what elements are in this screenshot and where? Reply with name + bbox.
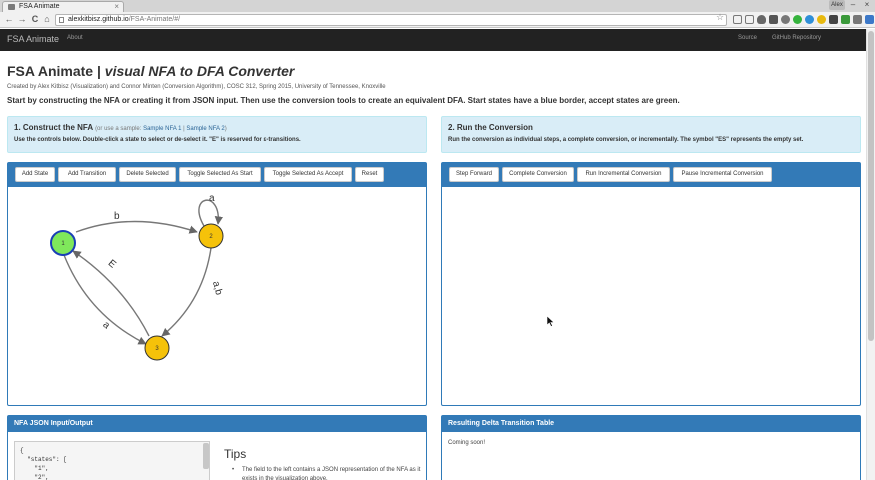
tab-close-icon[interactable]: ×: [114, 2, 119, 12]
title-italic: visual NFA to DFA Converter: [104, 63, 295, 79]
step-forward-button[interactable]: Step Forward: [449, 167, 499, 182]
nav-github-link[interactable]: GitHub Repository: [772, 35, 821, 41]
page-scrollbar[interactable]: [866, 29, 875, 480]
sample-nfa-2-link[interactable]: Sample NFA 2: [186, 126, 224, 132]
app-navbar: FSA Animate About Source GitHub Reposito…: [0, 29, 866, 51]
transition-2-2[interactable]: [198, 199, 224, 227]
mail-icon[interactable]: [769, 15, 778, 24]
instructions-text: Start by constructing the NFA or creatin…: [7, 96, 680, 105]
transition-2-3[interactable]: [161, 247, 212, 337]
bookmark-star-icon[interactable]: ☆: [716, 12, 724, 23]
conversion-toolbar: Step Forward Complete Conversion Run Inc…: [442, 163, 860, 187]
tips-title: Tips: [224, 447, 247, 461]
tip-bullet: •: [232, 467, 235, 473]
nfa-panel: Add State Add Transition Delete Selected…: [7, 162, 427, 406]
title-plain: FSA Animate |: [7, 63, 105, 79]
tips-list: • The field to the left contains a JSON …: [232, 466, 432, 480]
transition-label-3-1: E: [106, 258, 118, 271]
complete-conversion-button[interactable]: Complete Conversion: [502, 167, 574, 182]
page-icon: [59, 17, 64, 23]
evernote-icon[interactable]: [841, 15, 850, 24]
address-bar[interactable]: alexkitbisz.github.io/FSA-Animate/#/: [55, 14, 727, 26]
json-panel-title: NFA JSON Input/Output: [14, 420, 93, 427]
page-title: FSA Animate | visual NFA to DFA Converte…: [7, 63, 294, 79]
dfa-canvas[interactable]: [442, 187, 860, 405]
window-controls: Alex – ×: [829, 0, 873, 10]
cast-icon[interactable]: [733, 15, 742, 24]
extension-icons: [733, 15, 875, 24]
browser-toolbar: ← → C ⌂ alexkitbisz.github.io/FSA-Animat…: [0, 12, 875, 28]
forward-icon[interactable]: →: [17, 14, 27, 25]
profile-badge[interactable]: Alex: [829, 0, 845, 10]
tip-item: The field to the left contains a JSON re…: [242, 467, 421, 480]
pocket-icon[interactable]: [757, 15, 766, 24]
browser-tab[interactable]: FSA Animate ×: [2, 1, 124, 12]
transition-label-2-3: a,b: [210, 280, 224, 297]
construct-description: Use the controls below. Double-click a s…: [14, 137, 301, 143]
sample-suffix: ): [224, 126, 227, 132]
transition-label-2-2: a: [209, 193, 215, 204]
json-panel-header: NFA JSON Input/Output: [8, 416, 426, 432]
mouse-cursor-icon: [547, 316, 555, 327]
puzzle-icon[interactable]: [853, 15, 862, 24]
window-close-icon[interactable]: ×: [861, 0, 873, 10]
transition-label-1-3: a: [100, 319, 112, 331]
reload-icon[interactable]: C: [30, 14, 40, 25]
delta-panel-header: Resulting Delta Transition Table: [442, 416, 860, 432]
toggle-start-button[interactable]: Toggle Selected As Start: [179, 167, 261, 182]
construct-title: 1. Construct the NFA: [14, 123, 93, 132]
transition-1-2[interactable]: [75, 220, 198, 234]
pause-incremental-button[interactable]: Pause Incremental Conversion: [673, 167, 772, 182]
onetab-icon[interactable]: [865, 15, 874, 24]
nav-source-link[interactable]: Source: [738, 35, 757, 41]
json-textarea[interactable]: { "states": [ "1", "2",: [14, 441, 210, 480]
minimize-icon[interactable]: –: [847, 0, 859, 10]
conversion-info-well: 2. Run the Conversion Run the conversion…: [441, 116, 861, 153]
conversion-title: 2. Run the Conversion: [448, 123, 533, 132]
add-state-button[interactable]: Add State: [15, 167, 55, 182]
green-ext-icon[interactable]: [793, 15, 802, 24]
delta-table-panel: Resulting Delta Transition Table: [441, 415, 861, 480]
home-icon[interactable]: ⌂: [42, 14, 52, 25]
gold-ext-icon[interactable]: [817, 15, 826, 24]
refresh-ext-icon[interactable]: [781, 15, 790, 24]
tab-title: FSA Animate: [19, 3, 60, 10]
back-icon[interactable]: ←: [4, 14, 14, 25]
run-incremental-button[interactable]: Run Incremental Conversion: [577, 167, 670, 182]
add-transition-button[interactable]: Add Transition: [58, 167, 116, 182]
nav-about-link[interactable]: About: [67, 35, 83, 41]
json-scrollbar[interactable]: [203, 443, 209, 469]
dfa-panel: Step Forward Complete Conversion Run Inc…: [441, 162, 861, 406]
delta-status-text: Coming soon!: [448, 440, 486, 446]
mask-ext-icon[interactable]: [829, 15, 838, 24]
nfa-canvas[interactable]: b a a,b E a 1 2 3: [8, 187, 426, 405]
conversion-description: Run the conversion as individual steps, …: [448, 137, 804, 143]
browser-tabstrip: FSA Animate × Alex – ×: [0, 0, 875, 12]
scrollbar-thumb[interactable]: [868, 31, 874, 341]
url-host: alexkitbisz.github.io: [68, 16, 129, 23]
reset-button[interactable]: Reset: [355, 167, 384, 182]
toggle-accept-button[interactable]: Toggle Selected As Accept: [264, 167, 352, 182]
credits-text: Created by Alex Kitbisz (Visualization) …: [7, 84, 386, 90]
sample-nfa-1-link[interactable]: Sample NFA 1: [143, 126, 181, 132]
transition-label-1-2: b: [114, 211, 120, 222]
delete-selected-button[interactable]: Delete Selected: [119, 167, 176, 182]
blue-ext-icon[interactable]: [805, 15, 814, 24]
sample-prefix: (or use a sample:: [95, 126, 144, 132]
reader-icon[interactable]: [745, 15, 754, 24]
url-path: /FSA-Animate/#/: [128, 16, 181, 23]
construct-heading: 1. Construct the NFA (or use a sample: S…: [14, 123, 227, 132]
navbar-brand[interactable]: FSA Animate: [7, 34, 59, 44]
delta-panel-title: Resulting Delta Transition Table: [448, 420, 555, 427]
construct-info-well: 1. Construct the NFA (or use a sample: S…: [7, 116, 427, 153]
favicon-icon: [8, 4, 15, 10]
nfa-toolbar: Add State Add Transition Delete Selected…: [8, 163, 426, 187]
